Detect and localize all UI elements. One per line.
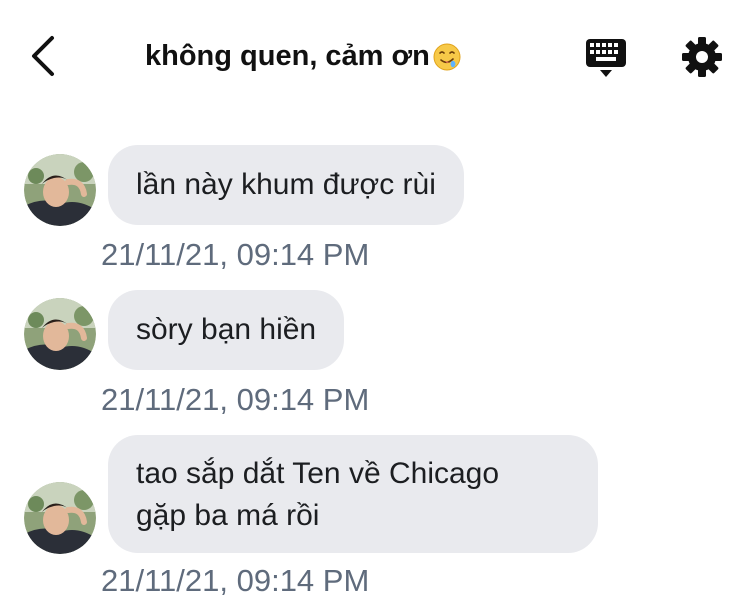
message-timestamp: 21/11/21, 09:14 PM — [101, 237, 370, 272]
message-text-line: tao sắp dắt Ten về Chicago — [136, 457, 500, 490]
message-timestamp: 21/11/21, 09:14 PM — [101, 382, 370, 417]
chevron-left-icon — [32, 36, 54, 76]
conversation-title-text: không quen, cảm ơn — [145, 40, 430, 72]
avatar[interactable] — [24, 482, 96, 554]
avatar[interactable] — [24, 298, 96, 370]
message-text: lần này khum được rùi — [136, 168, 436, 201]
message-text-line: gặp ba má rồi — [136, 499, 320, 532]
message-timestamp: 21/11/21, 09:14 PM — [101, 563, 370, 598]
drooling-face-emoji-icon — [433, 43, 461, 70]
message-bubble[interactable]: lần này khum được rùi — [108, 145, 464, 225]
avatar-photo — [24, 482, 96, 554]
avatar[interactable] — [24, 154, 96, 226]
chat-header: không quen, cảm ơn — [0, 0, 750, 115]
message-bubble[interactable]: tao sắp dắt Ten về Chicago gặp ba má rồi — [108, 435, 598, 553]
keyboard-button[interactable] — [584, 36, 628, 80]
avatar-photo — [24, 154, 96, 226]
message-bubble[interactable]: sòry bạn hiền — [108, 290, 345, 370]
gear-icon — [682, 37, 722, 77]
back-button[interactable] — [22, 34, 66, 78]
avatar-photo — [24, 298, 96, 370]
settings-button[interactable] — [681, 36, 723, 78]
conversation-title: không quen, cảm ơn — [145, 40, 462, 73]
message-text: sòry bạn hiền — [136, 313, 317, 346]
keyboard-icon — [586, 39, 626, 77]
